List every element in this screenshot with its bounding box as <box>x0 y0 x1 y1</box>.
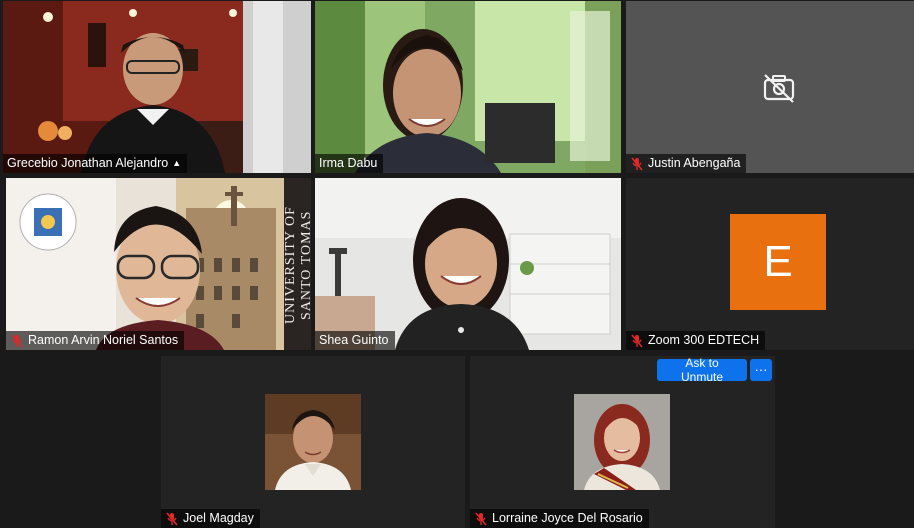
mic-muted-icon <box>11 333 23 348</box>
video-tile-grecebio[interactable]: Grecebio Jonathan Alejandro ▲ <box>3 1 311 173</box>
participant-name: Lorraine Joyce Del Rosario <box>492 511 643 525</box>
participant-name-tag: Zoom 300 EDTECH <box>626 331 766 350</box>
mic-muted-icon <box>166 511 178 526</box>
participant-name: Ramon Arvin Noriel Santos <box>28 333 179 347</box>
participant-name-tag: Lorraine Joyce Del Rosario <box>470 509 649 528</box>
video-tile-joel[interactable]: Joel Magday <box>161 356 465 528</box>
mic-muted-icon <box>631 156 643 171</box>
participant-name: Zoom 300 EDTECH <box>648 333 760 347</box>
participant-name-tag: Shea Guinto <box>315 331 395 350</box>
participant-name: Justin Abengaña <box>648 156 741 170</box>
profile-photo <box>574 394 670 490</box>
background-university-text: UNIVERSITY OF SANTO TOMAS <box>283 206 311 324</box>
participant-name-tag: Ramon Arvin Noriel Santos <box>6 331 185 350</box>
participant-name-tag: Irma Dabu <box>315 154 384 173</box>
video-tile-ramon[interactable]: UNIVERSITY OF SANTO TOMAS Ramon Arvin No… <box>6 178 311 350</box>
participant-video <box>315 178 621 350</box>
participant-video <box>3 1 311 173</box>
avatar: E <box>730 214 826 310</box>
more-options-button[interactable]: ··· <box>750 359 772 381</box>
mic-muted-icon <box>475 511 487 526</box>
video-tile-irma[interactable]: Irma Dabu <box>315 1 621 173</box>
participant-name-tag: Grecebio Jonathan Alejandro ▲ <box>3 154 188 173</box>
participant-name-tag: Joel Magday <box>161 509 260 528</box>
mic-muted-icon <box>631 333 643 348</box>
ask-to-unmute-button[interactable]: Ask to Unmute <box>657 356 747 384</box>
video-off-icon <box>763 74 795 103</box>
audio-level-icon: ▲ <box>172 158 182 168</box>
participant-video <box>315 1 621 173</box>
video-tile-shea[interactable]: Shea Guinto <box>315 178 621 350</box>
video-tile-zoom-300-edtech[interactable]: E Zoom 300 EDTECH <box>626 178 914 350</box>
video-tile-justin[interactable]: Justin Abengaña <box>626 1 914 173</box>
participant-name-tag: Justin Abengaña <box>626 154 747 173</box>
participant-video <box>6 178 311 350</box>
profile-photo <box>265 394 361 490</box>
participant-name: Joel Magday <box>183 511 254 525</box>
participant-name: Irma Dabu <box>319 156 378 170</box>
participant-name: Shea Guinto <box>319 333 389 347</box>
participant-name: Grecebio Jonathan Alejandro <box>7 156 169 170</box>
